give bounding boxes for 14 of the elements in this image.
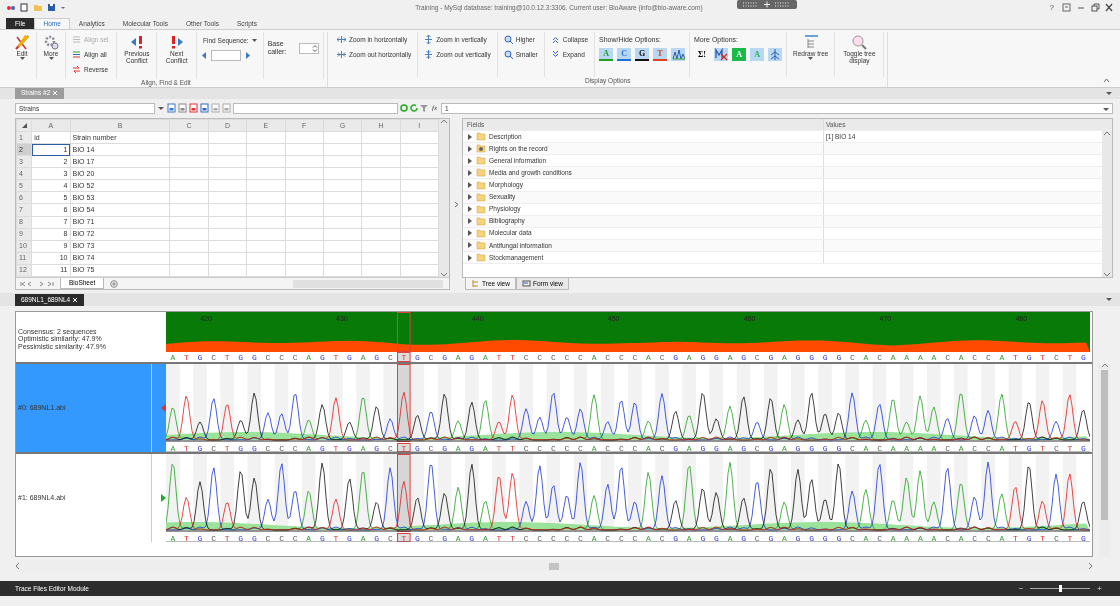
help-button[interactable]: ? bbox=[1045, 3, 1058, 12]
base-sequence: G C G A G A T T C C C C C A C C C A C G A G G A G C G A G G G G C A C A A A A C A C C A T G T C T G bbox=[415, 353, 1088, 362]
zoom-out-button[interactable]: − bbox=[1015, 584, 1027, 593]
toggle-button[interactable]: G bbox=[635, 48, 650, 62]
marked-base: T bbox=[397, 533, 411, 542]
base-sequence: G C G A G A T T C C C C C A C C C A C G A G G A G C G A G G G G C A C A A A A C A C C A T G T C T G bbox=[415, 443, 1088, 452]
zoom-in-button[interactable]: + bbox=[1094, 584, 1105, 593]
base-sequence: G C G A G A T T C C C C C A C C C A C G A G G A G C G A G G G G C A C A A A A C A C C A T G T C T G bbox=[415, 533, 1088, 542]
marked-base: T bbox=[397, 443, 411, 452]
marked-base: T bbox=[397, 352, 411, 362]
base-sequence: A T G C T G G C C C A G T G A G C bbox=[170, 353, 395, 362]
toggle-button[interactable]: Σ! bbox=[694, 48, 711, 62]
base-sequence: A T G C T G G C C C A G T G A G C bbox=[170, 533, 395, 542]
base-sequence: A T G C T G G C C C A G T G A G C bbox=[170, 443, 395, 452]
